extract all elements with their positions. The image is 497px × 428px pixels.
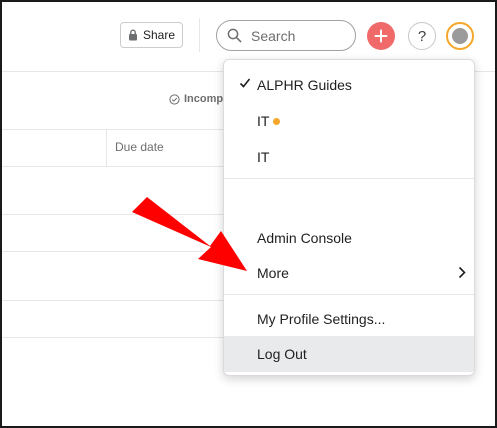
annotation-arrow: [132, 197, 247, 271]
